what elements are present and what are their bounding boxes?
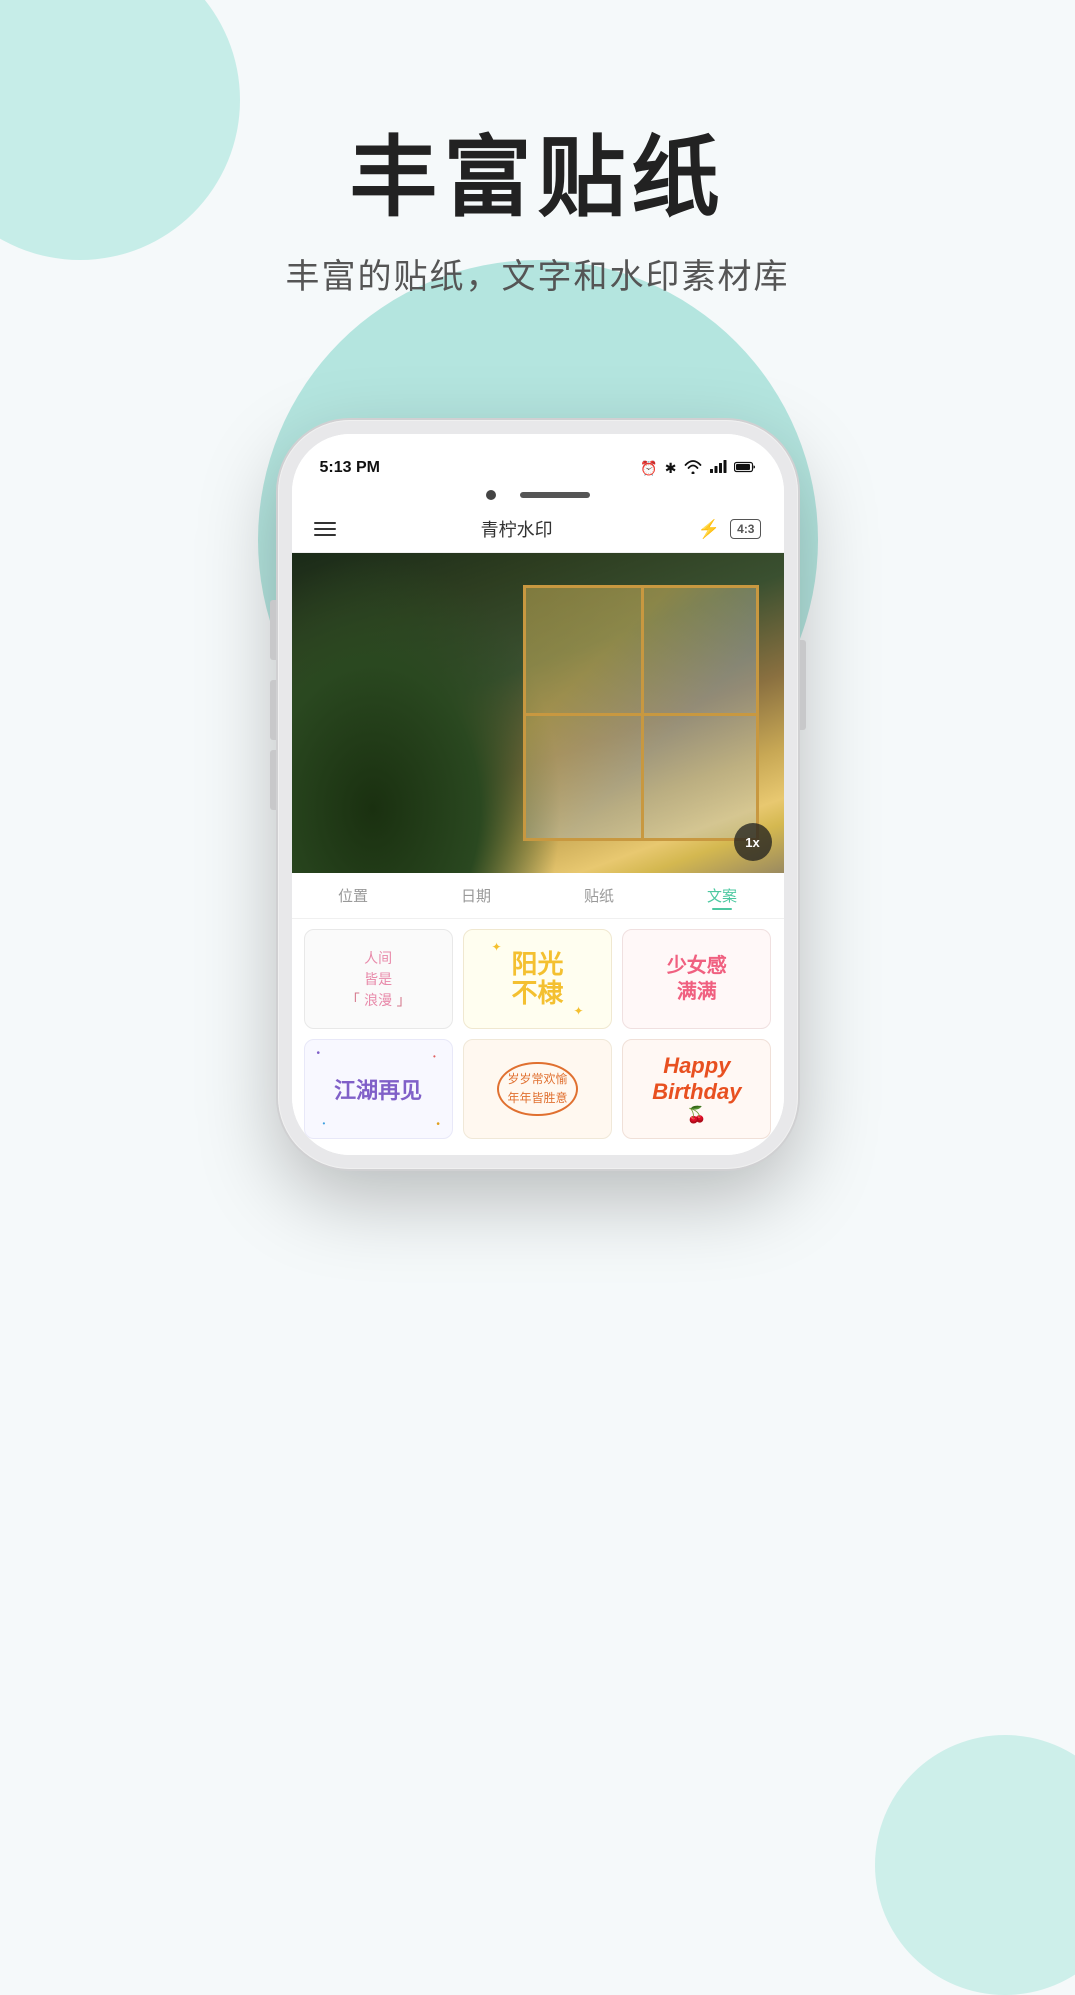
tab-date[interactable]: 日期 bbox=[461, 885, 491, 910]
status-time: 5:13 PM bbox=[320, 459, 380, 477]
status-icons-group: ⏰ ✱ bbox=[640, 460, 755, 477]
menu-line-2 bbox=[314, 528, 336, 530]
app-title: 青柠水印 bbox=[481, 516, 553, 542]
sticker-item-6[interactable]: HappyBirthday 🍒 bbox=[622, 1039, 771, 1139]
zoom-badge[interactable]: 1x bbox=[734, 823, 772, 861]
alarm-icon: ⏰ bbox=[640, 460, 657, 477]
speaker-bar bbox=[520, 492, 590, 498]
header-section: 丰富贴纸 丰富的贴纸，文字和水印素材库 bbox=[0, 130, 1075, 298]
sticker-item-1[interactable]: 「 人间皆是浪漫 」 bbox=[304, 929, 453, 1029]
page-main-title: 丰富贴纸 bbox=[0, 130, 1075, 227]
menu-line-3 bbox=[314, 534, 336, 536]
tab-bar: 位置 日期 贴纸 文案 bbox=[292, 873, 784, 919]
phone-outer-shell: 5:13 PM ⏰ ✱ bbox=[278, 420, 798, 1169]
sticker-grid: 「 人间皆是浪漫 」 ✦ 阳光不棣 ✦ 少女感满满 bbox=[292, 919, 784, 1155]
status-bar: 5:13 PM ⏰ ✱ bbox=[292, 434, 784, 486]
sticker-5-bubble: 岁岁常欢愉年年皆胜意 bbox=[497, 1062, 577, 1116]
camera-notch bbox=[292, 486, 784, 506]
flash-icon[interactable]: ⚡ bbox=[698, 519, 720, 540]
menu-line-1 bbox=[314, 522, 336, 524]
ratio-badge[interactable]: 4:3 bbox=[730, 519, 761, 539]
page-sub-title: 丰富的贴纸，文字和水印素材库 bbox=[0, 249, 1075, 298]
tab-location[interactable]: 位置 bbox=[338, 885, 368, 910]
window-cross-v bbox=[641, 588, 644, 838]
camera-dot bbox=[486, 490, 496, 500]
app-toolbar: 青柠水印 ⚡ 4:3 bbox=[292, 506, 784, 553]
bg-blob-bottomright bbox=[875, 1735, 1075, 1995]
battery-icon bbox=[734, 460, 756, 476]
toolbar-right-buttons: ⚡ 4:3 bbox=[698, 519, 762, 540]
wifi-icon bbox=[684, 460, 702, 477]
window-overlay bbox=[523, 585, 759, 841]
tab-sticker[interactable]: 贴纸 bbox=[584, 885, 614, 910]
tab-text[interactable]: 文案 bbox=[707, 885, 737, 910]
sticker-item-2[interactable]: ✦ 阳光不棣 ✦ bbox=[463, 929, 612, 1029]
phone-screen: 5:13 PM ⏰ ✱ bbox=[292, 434, 784, 1155]
phone-mockup: 5:13 PM ⏰ ✱ bbox=[278, 420, 798, 1169]
bluetooth-icon: ✱ bbox=[665, 460, 677, 477]
menu-button[interactable] bbox=[314, 522, 336, 536]
sticker-item-5[interactable]: 岁岁常欢愉年年皆胜意 bbox=[463, 1039, 612, 1139]
signal-icon bbox=[709, 460, 727, 477]
sticker-item-3[interactable]: 少女感满满 bbox=[622, 929, 771, 1029]
camera-viewfinder: 1x bbox=[292, 553, 784, 873]
sticker-item-4[interactable]: • • • • 江湖再见 bbox=[304, 1039, 453, 1139]
plant-overlay bbox=[292, 553, 563, 873]
